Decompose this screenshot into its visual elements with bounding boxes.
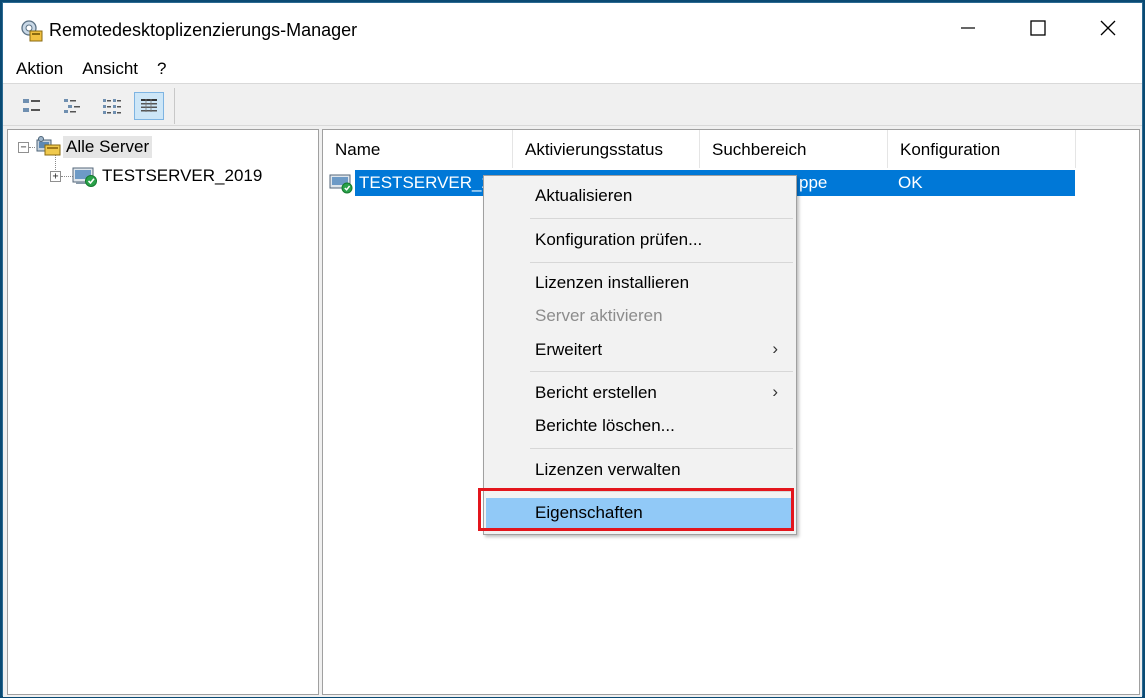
menu-item-server-aktivieren: Server aktivieren	[535, 306, 663, 325]
toolbar	[3, 83, 1142, 126]
window-title: Remotedesktoplizenzierungs-Manager	[49, 20, 358, 40]
menu-aktion[interactable]: Aktion	[3, 55, 74, 83]
cell-suchbereich: ppe	[799, 173, 828, 192]
view-small-icons-button[interactable]	[57, 92, 87, 120]
column-header-aktivierungsstatus[interactable]: Aktivierungsstatus	[513, 130, 700, 168]
tree-node-testserver[interactable]: + TESTSERVER_2019	[50, 164, 265, 188]
column-header-name[interactable]: Name	[323, 130, 513, 168]
menu-help[interactable]: ?	[149, 55, 177, 83]
details-icon	[141, 99, 157, 112]
column-header-suchbereich[interactable]: Suchbereich	[700, 130, 888, 168]
minimize-button[interactable]	[933, 3, 1003, 53]
list-header: Name Aktivierungsstatus Suchbereich Konf…	[323, 130, 1076, 168]
menu-item-lizenzen-verwalten[interactable]: Lizenzen verwalten	[486, 456, 794, 484]
menu-item-lizenzen-installieren[interactable]: Lizenzen installieren	[486, 269, 794, 297]
expand-icon[interactable]: +	[50, 170, 61, 182]
menu-item-bericht-erstellen[interactable]: Bericht erstellen ›	[486, 379, 794, 407]
menu-separator	[530, 262, 793, 263]
view-large-icons-button[interactable]	[17, 92, 47, 120]
close-icon	[1100, 20, 1116, 36]
tree-node-alle-server[interactable]: − Alle Server	[18, 135, 153, 159]
menu-ansicht[interactable]: Ansicht	[74, 55, 149, 83]
submenu-arrow-icon: ›	[772, 382, 778, 401]
submenu-arrow-icon: ›	[772, 339, 778, 358]
collapse-icon[interactable]: −	[18, 141, 29, 153]
list-icon	[103, 99, 121, 114]
menu-separator	[530, 491, 793, 492]
close-button[interactable]	[1073, 3, 1143, 53]
view-list-button[interactable]	[97, 92, 127, 120]
server-ok-icon	[71, 165, 99, 187]
menu-separator	[530, 218, 793, 219]
toolbar-separator	[174, 88, 175, 124]
menu-item-erweitert[interactable]: Erweitert ›	[486, 336, 794, 364]
menu-item-konfiguration-pruefen[interactable]: Konfiguration prüfen...	[486, 226, 794, 254]
menu-item-berichte-loeschen[interactable]: Berichte löschen...	[486, 412, 794, 440]
menu-bar: Aktion Ansicht ?	[3, 55, 1142, 83]
tree-pane: − Alle Server + TESTSERVER_2019	[7, 129, 319, 695]
app-window: Remotedesktoplizenzierungs-Manager Aktio…	[2, 2, 1143, 697]
menu-item-aktualisieren[interactable]: Aktualisieren	[486, 182, 794, 210]
menu-item-eigenschaften[interactable]: Eigenschaften	[486, 498, 794, 528]
server-group-icon	[35, 136, 63, 158]
small-icons-icon	[64, 99, 80, 113]
maximize-icon	[1030, 20, 1046, 36]
console-tree-icon	[23, 99, 40, 112]
title-bar: Remotedesktoplizenzierungs-Manager	[3, 3, 1142, 53]
menu-separator	[530, 371, 793, 372]
cell-konfiguration: OK	[898, 173, 923, 192]
minimize-icon	[961, 27, 975, 29]
menu-separator	[530, 448, 793, 449]
app-license-icon	[19, 19, 45, 43]
tree-label-testserver: TESTSERVER_2019	[102, 166, 263, 185]
cell-name: TESTSERVER_20	[359, 173, 501, 192]
tree-label-alle-server: Alle Server	[63, 136, 153, 158]
maximize-button[interactable]	[1003, 3, 1073, 53]
column-header-konfiguration[interactable]: Konfiguration	[888, 130, 1076, 168]
context-menu: Aktualisieren Konfiguration prüfen... Li…	[483, 175, 797, 535]
server-row-icon	[329, 173, 355, 195]
view-details-button[interactable]	[134, 92, 164, 120]
